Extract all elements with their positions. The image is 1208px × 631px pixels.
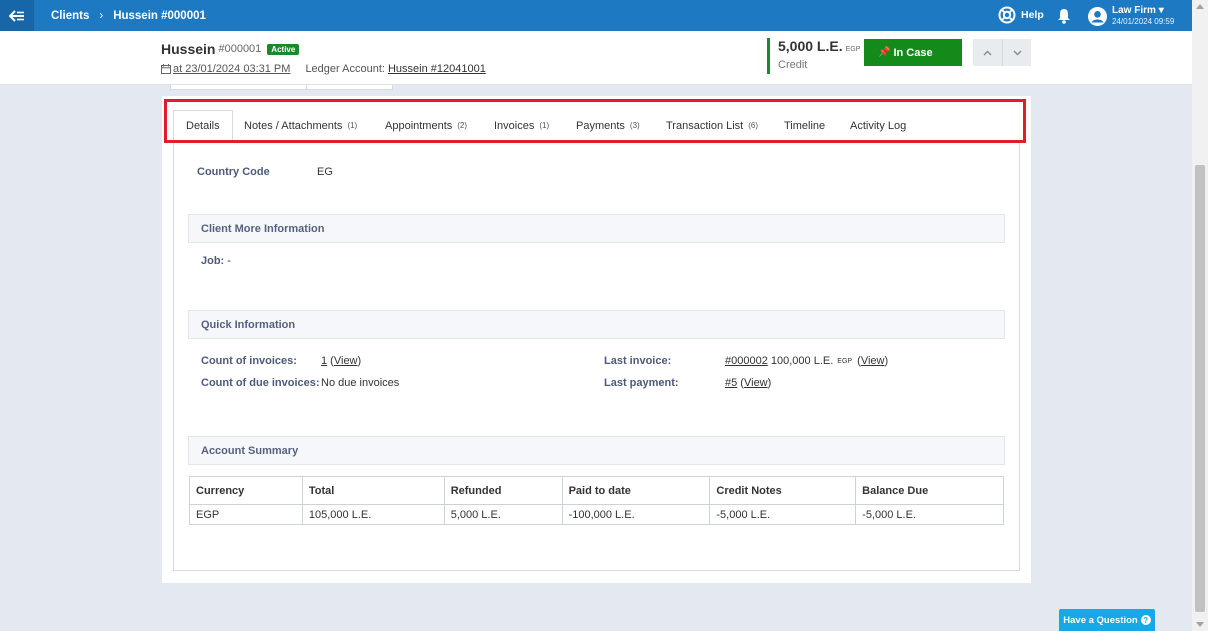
- last-invoice-view-link[interactable]: View: [861, 355, 885, 367]
- table-cell: -5,000 L.E.: [709, 504, 857, 525]
- in-case-status-button[interactable]: 📌 In Case: [864, 39, 962, 66]
- help-label: Help: [1021, 9, 1044, 21]
- balance-currency: EGP: [845, 46, 861, 53]
- ledger-label: Ledger Account:: [305, 63, 385, 75]
- column-header: Paid to date: [561, 476, 711, 505]
- column-header: Refunded: [443, 476, 563, 505]
- balance-amount: 5,000 L.E.: [778, 38, 843, 54]
- balance-label: Credit: [778, 59, 808, 71]
- column-header: Total: [301, 476, 445, 505]
- scroll-up-arrow-icon[interactable]: [1196, 4, 1204, 9]
- breadcrumb-clients[interactable]: Clients: [51, 10, 89, 22]
- page-scrollbar[interactable]: [1192, 0, 1208, 631]
- last-invoice-amount: 100,000 L.E.: [770, 355, 834, 367]
- scroll-thumb[interactable]: [1195, 165, 1205, 612]
- account-summary-table: Currency Total Refunded Paid to date Cre…: [189, 476, 1004, 525]
- scroll-down-arrow-icon[interactable]: [1196, 622, 1204, 627]
- breadcrumb-current: Hussein #000001: [113, 9, 206, 22]
- count-due-row: Count of due invoices: No due invoices: [201, 377, 399, 389]
- country-code-label: Country Code: [197, 166, 270, 178]
- country-code-value: EG: [317, 166, 333, 178]
- client-number: #000001: [218, 43, 262, 55]
- table-cell: -100,000 L.E.: [561, 504, 711, 525]
- job-row: Job: -: [201, 255, 231, 267]
- top-navbar: Clients › Hussein #000001 Help Law Firm …: [0, 0, 1192, 31]
- job-value: -: [227, 255, 231, 267]
- have-a-question-label: Have a Question: [1063, 614, 1138, 626]
- back-button[interactable]: [0, 0, 34, 31]
- action-buttons-stub: [170, 85, 393, 90]
- section-quick-information: Quick Information: [188, 310, 1005, 339]
- last-invoice-row: Last invoice: #000002 100,000 L.E. EGP (…: [604, 355, 889, 367]
- user-datetime: 24/01/2024 09:59: [1112, 17, 1175, 26]
- have-a-question-button[interactable]: Have a Question ?: [1059, 609, 1155, 631]
- ledger-account-link[interactable]: Hussein #12041001: [388, 63, 486, 75]
- client-name: Hussein: [161, 41, 216, 57]
- last-invoice-label: Last invoice:: [604, 355, 672, 367]
- table-row: EGP 105,000 L.E. 5,000 L.E. -100,000 L.E…: [189, 504, 1004, 525]
- chevron-up-icon: [983, 50, 992, 55]
- help-button[interactable]: Help: [998, 6, 1044, 24]
- record-navigation: [973, 39, 1031, 66]
- bell-icon: [1058, 9, 1070, 24]
- last-invoice-link[interactable]: #000002: [725, 355, 768, 367]
- balance-summary: 5,000 L.E. EGP Credit: [767, 38, 860, 74]
- pin-icon: 📌: [878, 47, 891, 58]
- count-invoices-link[interactable]: 1: [321, 355, 327, 367]
- previous-record-button[interactable]: [973, 39, 1002, 66]
- count-invoices-label: Count of invoices:: [201, 355, 297, 367]
- user-avatar-icon: [1088, 6, 1107, 26]
- breadcrumb: Clients › Hussein #000001: [51, 0, 206, 31]
- job-label: Job:: [201, 255, 225, 267]
- chevron-down-icon: [1013, 50, 1021, 55]
- invoices-view-link[interactable]: View: [334, 355, 358, 367]
- column-header: Balance Due: [855, 476, 1004, 505]
- tabs-highlight-box: [164, 99, 1026, 143]
- lifebuoy-icon: [998, 6, 1016, 24]
- last-payment-link[interactable]: #5: [725, 377, 737, 389]
- in-case-label: In Case: [893, 46, 933, 59]
- caret-down-icon: ▾: [1158, 5, 1164, 16]
- last-invoice-currency: EGP: [837, 357, 853, 365]
- table-cell: 5,000 L.E.: [443, 504, 563, 525]
- count-due-label: Count of due invoices:: [201, 377, 320, 389]
- column-header: Credit Notes: [709, 476, 857, 505]
- calendar-icon: [161, 64, 171, 74]
- count-invoices-row: Count of invoices: 1 (View): [201, 355, 362, 367]
- question-mark-icon: ?: [1140, 615, 1151, 625]
- client-header: Hussein #000001 Active at 23/01/2024 03:…: [0, 31, 1192, 85]
- count-due-value: No due invoices: [321, 377, 400, 389]
- table-header-row: Currency Total Refunded Paid to date Cre…: [189, 476, 1004, 505]
- user-menu[interactable]: Law Firm ▾ 24/01/2024 09:59: [1088, 5, 1174, 27]
- arrow-left-icon: [9, 9, 24, 22]
- next-record-button[interactable]: [1002, 39, 1031, 66]
- chevron-right-icon: ›: [99, 9, 104, 22]
- status-badge: Active: [267, 43, 300, 55]
- column-header: Currency: [189, 476, 303, 505]
- created-date: at 23/01/2024 03:31 PM: [173, 63, 291, 75]
- last-payment-view-link[interactable]: View: [744, 377, 768, 389]
- section-client-more-info: Client More Information: [188, 214, 1005, 243]
- last-payment-label: Last payment:: [604, 377, 679, 389]
- user-firm-name: Law Firm: [1112, 5, 1156, 16]
- notifications-button[interactable]: [1057, 8, 1071, 27]
- table-cell: 105,000 L.E.: [301, 504, 445, 525]
- table-cell: -5,000 L.E.: [855, 504, 1004, 525]
- table-cell: EGP: [189, 504, 303, 525]
- last-payment-row: Last payment: #5 (View): [604, 377, 772, 389]
- section-account-summary: Account Summary: [188, 436, 1005, 465]
